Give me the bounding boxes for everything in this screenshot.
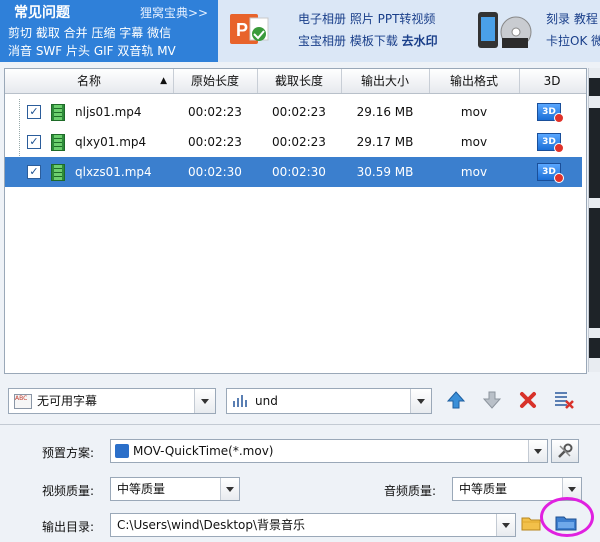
preset-select[interactable]: MOV-QuickTime(*.mov): [110, 439, 548, 463]
file-name: qlxy01.mp4: [75, 135, 147, 149]
delete-icon[interactable]: [516, 388, 540, 412]
svg-text:P: P: [236, 20, 248, 40]
ppt-logo-icon[interactable]: P: [228, 10, 272, 48]
output-dir-label: 输出目录:: [42, 520, 95, 534]
3d-settings-icon[interactable]: 3D: [537, 103, 564, 123]
top-banner: 常见问题 狸窝宝典>> 剪切 截取 合并 压缩 字幕 微信 消音 SWF 片头 …: [0, 0, 600, 62]
output-format: mov: [460, 165, 488, 179]
album-links-row-1[interactable]: 电子相册 照片 PPT转视频: [298, 10, 435, 27]
column-name-label: 名称: [76, 74, 101, 88]
audio-quality-label: 音频质量:: [384, 484, 437, 498]
row-checkbox[interactable]: ✓: [27, 105, 41, 119]
output-format: mov: [460, 135, 488, 149]
output-dir-field[interactable]: C:\Users\wind\Desktop\背景音乐: [110, 513, 516, 537]
subtitle-icon: ABC: [14, 394, 32, 409]
clear-list-icon[interactable]: [552, 388, 576, 412]
quicktime-icon: [115, 444, 129, 458]
output-size: 29.16 MB: [356, 105, 414, 119]
burn-links-row-2[interactable]: 卡拉OK 微信: [546, 32, 600, 49]
guide-link[interactable]: 狸窝宝典>>: [140, 4, 208, 21]
advanced-settings-button[interactable]: [551, 439, 579, 463]
dvd-burn-icon[interactable]: [476, 8, 534, 52]
file-row[interactable]: ✓ nljs01.mp4 00:02:23 00:02:23 29.16 MB …: [5, 97, 582, 127]
chevron-down-icon[interactable]: [410, 389, 431, 413]
original-length: 00:02:23: [188, 105, 242, 119]
chevron-down-icon[interactable]: [496, 514, 515, 536]
preview-strip-block: [589, 338, 600, 358]
3d-settings-icon[interactable]: 3D: [537, 133, 564, 153]
audio-track-value: und: [255, 394, 278, 408]
highlight-circle: [540, 497, 594, 537]
video-quality-label: 视频质量:: [42, 484, 95, 498]
file-name: qlxzs01.mp4: [75, 165, 152, 179]
file-list: 名称 ▲ 原始长度 截取长度 输出大小 输出格式 3D ✓ nljs01.mp4…: [4, 68, 587, 374]
audio-track-icon: [233, 395, 247, 407]
album-links-row-2-text[interactable]: 宝宝相册 模板下载: [298, 34, 402, 48]
watermark-removal-link[interactable]: 去水印: [402, 34, 438, 48]
column-3d[interactable]: 3D: [519, 69, 585, 93]
audio-quality-value: 中等质量: [459, 482, 508, 496]
output-size: 29.17 MB: [356, 135, 414, 149]
video-file-icon: [51, 104, 65, 121]
column-output-format[interactable]: 输出格式: [429, 69, 520, 93]
video-file-icon: [51, 164, 65, 181]
audio-track-select[interactable]: und: [226, 388, 432, 414]
sort-ascending-icon: ▲: [160, 76, 167, 86]
preset-label: 预置方案:: [42, 446, 95, 460]
clip-length: 00:02:30: [272, 165, 326, 179]
file-row-selected[interactable]: ✓ qlxzs01.mp4 00:02:30 00:02:30 30.59 MB…: [5, 157, 582, 187]
output-dir-value: C:\Users\wind\Desktop\背景音乐: [117, 518, 306, 532]
column-original-length[interactable]: 原始长度: [173, 69, 258, 93]
row-checkbox[interactable]: ✓: [27, 135, 41, 149]
3d-settings-icon[interactable]: 3D: [537, 163, 564, 183]
preview-strip-block: [589, 78, 600, 96]
file-list-header: 名称 ▲ 原始长度 截取长度 输出大小 输出格式 3D: [5, 69, 586, 94]
subtitle-select[interactable]: ABC 无可用字幕: [8, 388, 216, 414]
move-down-icon[interactable]: [480, 388, 504, 412]
album-links-row-2[interactable]: 宝宝相册 模板下载 去水印: [298, 32, 438, 49]
output-size: 30.59 MB: [356, 165, 414, 179]
burn-links-row-1[interactable]: 刻录 教程: [546, 10, 598, 27]
faq-panel: 常见问题 狸窝宝典>> 剪切 截取 合并 压缩 字幕 微信 消音 SWF 片头 …: [0, 0, 218, 62]
column-output-size[interactable]: 输出大小: [341, 69, 430, 93]
video-file-icon: [51, 134, 65, 151]
row-checkbox[interactable]: ✓: [27, 165, 41, 179]
subtitle-value: 无可用字幕: [37, 394, 98, 408]
column-name[interactable]: 名称 ▲: [5, 69, 174, 93]
original-length: 00:02:23: [188, 135, 242, 149]
clip-length: 00:02:23: [272, 135, 326, 149]
preview-strip-block: [589, 108, 600, 198]
preview-scrollbar[interactable]: [588, 68, 600, 372]
video-quality-select[interactable]: 中等质量: [110, 477, 240, 501]
file-row[interactable]: ✓ qlxy01.mp4 00:02:23 00:02:23 29.17 MB …: [5, 127, 582, 157]
output-format: mov: [460, 105, 488, 119]
video-quality-value: 中等质量: [117, 482, 166, 496]
faq-links-row-1[interactable]: 剪切 截取 合并 压缩 字幕 微信: [8, 24, 171, 41]
faq-title[interactable]: 常见问题: [14, 2, 70, 22]
original-length: 00:02:30: [188, 165, 242, 179]
chevron-down-icon[interactable]: [220, 478, 239, 500]
preset-value: MOV-QuickTime(*.mov): [133, 444, 274, 458]
divider: [0, 424, 600, 425]
clip-length: 00:02:23: [272, 105, 326, 119]
move-up-icon[interactable]: [444, 388, 468, 412]
preview-strip-block: [589, 208, 600, 328]
chevron-down-icon[interactable]: [194, 389, 215, 413]
column-clip-length[interactable]: 截取长度: [257, 69, 342, 93]
file-name: nljs01.mp4: [75, 105, 142, 119]
chevron-down-icon[interactable]: [528, 440, 547, 462]
faq-links-row-2[interactable]: 消音 SWF 片头 GIF 双音轨 MV: [8, 42, 176, 59]
